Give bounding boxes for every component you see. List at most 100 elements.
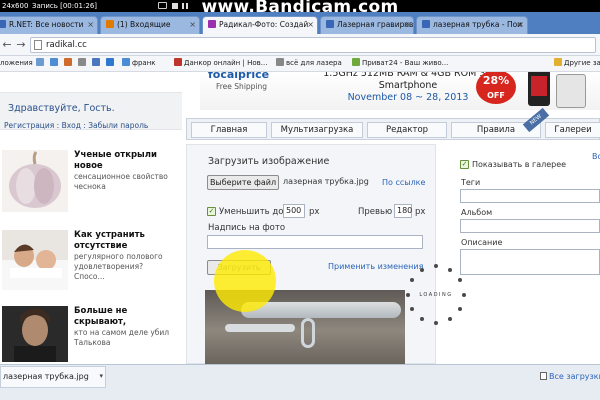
favicon-icon (106, 20, 114, 28)
close-icon[interactable]: × (189, 17, 196, 33)
nav-multiupload[interactable]: Мультизагрузка (271, 122, 363, 138)
caption-input[interactable] (207, 235, 423, 249)
sidebar: Здравствуйте, Гость. Регистрация : Вход … (0, 72, 182, 364)
bookmark-item[interactable]: Приват24 - Ваш живо... (352, 56, 448, 71)
bookmark-icon (64, 58, 72, 66)
caption-label: Надпись на фото (208, 223, 286, 233)
preview-label: Превью (358, 207, 393, 217)
tab-strip: R.NET: Все новости × (1) Входящие × Ради… (0, 12, 600, 34)
phone-icon (528, 72, 550, 106)
by-link[interactable]: По ссылке (382, 178, 425, 187)
tab-radikal[interactable]: Радикал-Фото: Создай × (202, 16, 318, 34)
news-item[interactable]: Больше не скрывают, кто на самом деле уб… (2, 306, 180, 364)
album-select[interactable] (460, 219, 600, 233)
nav-home[interactable]: Главная (191, 122, 267, 138)
nav-editor[interactable]: Редактор (367, 122, 447, 138)
close-icon[interactable]: × (307, 17, 314, 33)
bookmark-icon (36, 58, 44, 66)
downloads-icon (540, 372, 547, 380)
reduce-checkbox[interactable]: ✓ (207, 207, 216, 216)
bookmark-item[interactable] (50, 56, 60, 71)
tab-laser-tube-search[interactable]: лазерная трубка - Пои × (416, 16, 528, 34)
forward-icon[interactable]: → (14, 38, 28, 52)
bookmark-item[interactable] (36, 56, 46, 71)
back-icon[interactable]: ← (0, 38, 14, 52)
news-item[interactable]: Ученые открыли новое сенсационное свойст… (2, 150, 180, 220)
page-icon (34, 40, 42, 50)
bookmark-item[interactable]: всё для лазера (276, 56, 342, 71)
description-label: Описание (461, 238, 503, 247)
upload-title: Загрузить изображение (208, 156, 330, 167)
portrait-image (2, 306, 68, 362)
bookmark-icon (352, 58, 360, 66)
favicon-icon (422, 20, 430, 28)
close-icon[interactable]: × (403, 17, 410, 33)
bookmark-item[interactable] (106, 56, 116, 71)
news-desc: кто на самом деле убил Талькова (74, 328, 170, 347)
bookmark-item[interactable] (92, 56, 102, 71)
bookmark-icon (78, 58, 86, 66)
auth-links[interactable]: Регистрация : Вход : Забыли пароль (4, 121, 148, 130)
tab-label: (1) Входящие (117, 20, 171, 29)
description-input[interactable] (460, 249, 600, 275)
bookmark-icon (92, 58, 100, 66)
tab-laser-engraving[interactable]: Лазерная гравировка × (320, 16, 414, 34)
tab-label: Радикал-Фото: Создай (219, 20, 309, 29)
show-in-gallery-checkbox[interactable]: ✓ (460, 160, 469, 169)
news-desc: сенсационное свойство чеснока (74, 172, 168, 191)
bookmark-icon (122, 58, 130, 66)
bookmark-item[interactable] (64, 56, 74, 71)
news-title: Как устранить отсутствие (74, 230, 145, 251)
loading-spinner: LOADING (405, 264, 467, 326)
tags-input[interactable] (460, 189, 600, 203)
loading-text: LOADING (419, 292, 453, 298)
tab-inbox[interactable]: (1) Входящие × (100, 16, 200, 34)
bookmark-item[interactable]: Данкор онлайн | Нов... (174, 56, 267, 71)
choose-file-button[interactable]: Выберите файл (207, 175, 279, 190)
tab-label: лазерная трубка - Пои (433, 20, 523, 29)
ad-logo: focalprice (208, 72, 270, 81)
ad-shipping: Free Shipping (216, 82, 268, 91)
couple-image (2, 230, 68, 290)
close-icon[interactable]: × (87, 17, 94, 33)
chevron-down-icon[interactable]: ▾ (99, 372, 103, 380)
greeting: Здравствуйте, Гость. (8, 103, 115, 114)
close-icon[interactable]: × (517, 17, 524, 33)
downloads-bar: лазерная трубка.jpg ▾ Все загрузки... (0, 364, 600, 400)
bookmark-folder[interactable]: Другие за (554, 56, 600, 71)
address-bar: ← → radikal.cc (0, 34, 600, 56)
discount-badge: 28% OFF (476, 72, 516, 104)
partial-link[interactable]: Во (592, 152, 600, 161)
page-content: Здравствуйте, Гость. Регистрация : Вход … (0, 72, 600, 364)
ad-banner[interactable]: focalprice Free Shipping 1.5GHz 512MB RA… (200, 72, 600, 110)
bookmark-icon (106, 58, 114, 66)
tags-label: Теги (461, 178, 481, 187)
tab-label: R.NET: Все новости (9, 20, 84, 29)
bookmark-item[interactable]: ложения (0, 56, 33, 71)
bookmark-item[interactable]: франк (122, 56, 156, 71)
favicon-icon (326, 20, 334, 28)
welcome-box: Здравствуйте, Гость. Регистрация : Вход … (0, 92, 182, 130)
url-input[interactable]: radikal.cc (30, 37, 596, 53)
file-name: лазерная трубка.jpg (283, 177, 369, 186)
tab-news[interactable]: R.NET: Все новости × (0, 16, 98, 34)
news-item[interactable]: Как устранить отсутствие регулярного пол… (2, 230, 180, 300)
download-item[interactable]: лазерная трубка.jpg ▾ (0, 366, 106, 388)
reduce-label: Уменьшить до (219, 207, 284, 217)
news-desc: регулярного полового удовлетворения? Спо… (74, 252, 163, 281)
preview-size-input[interactable]: 180 (394, 204, 412, 218)
album-label: Альбом (461, 208, 493, 217)
reduce-size-input[interactable]: 500 (283, 204, 305, 218)
bookmark-item[interactable] (78, 56, 88, 71)
phone-icon (556, 74, 586, 108)
news-title: Больше не скрывают, (74, 306, 128, 327)
bookmark-icon (174, 58, 182, 66)
url-text: radikal.cc (46, 40, 87, 50)
news-title: Ученые открыли новое (74, 150, 157, 171)
show-in-gallery-label: Показывать в галерее (472, 160, 567, 169)
preview-unit: px (415, 207, 426, 217)
bookmark-icon (276, 58, 284, 66)
all-downloads-link[interactable]: Все загрузки... (540, 372, 600, 381)
nav-galleries[interactable]: Галереи (545, 122, 600, 138)
bookmark-icon (50, 58, 58, 66)
